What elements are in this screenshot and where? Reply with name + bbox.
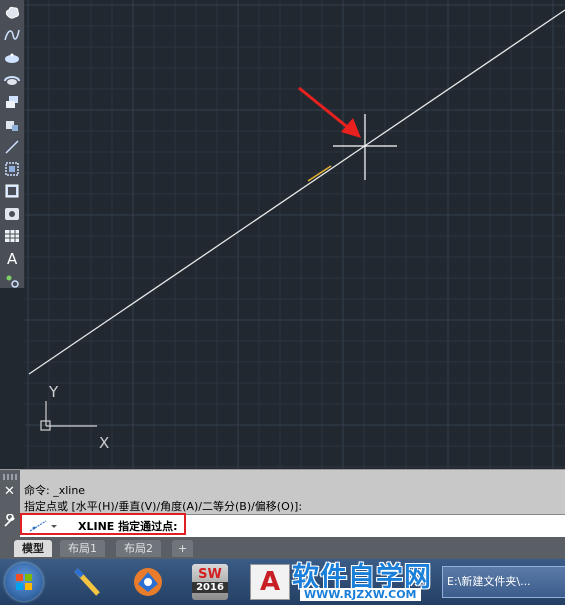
make-block-icon [6,120,18,131]
spline-icon [4,30,20,41]
insert-block-button[interactable] [3,93,21,111]
red-highlight-box [20,513,186,535]
wrench-icon[interactable] [3,514,17,528]
ucs-y-label: Y [48,383,59,401]
multiline-text-icon: A [7,250,18,266]
add-selected-icon [6,275,19,288]
add-selected-button[interactable] [3,272,21,290]
ucs-x-label: X [99,434,109,452]
layout-tabs: 模型 布局1 布局2 + [0,537,565,559]
point-icon [5,140,19,154]
multiline-text-button[interactable]: A [3,249,21,267]
gradient-button[interactable] [3,182,21,200]
paint-brush-app-icon[interactable] [70,564,106,600]
tab-model[interactable]: 模型 [14,540,52,557]
draw-toolbar: A [0,0,25,288]
insert-block-icon [6,96,18,109]
table-button[interactable] [3,227,21,245]
svg-text:A: A [7,250,18,266]
command-history-line-2: 指定点或 [水平(H)/垂直(V)/角度(A)/二等分(B)/偏移(O)]: [24,500,303,513]
make-block-button[interactable] [3,116,21,134]
model-space[interactable]: Y X [25,0,565,469]
solidworks-app-icon[interactable]: SW 2016 [192,564,228,600]
ucs-icon: Y X [40,383,109,452]
solidworks-label: SW [198,567,222,582]
gradient-icon [5,184,19,198]
point-button[interactable] [3,138,21,156]
tab-layout2[interactable]: 布局2 [116,540,161,557]
close-icon[interactable]: ✕ [4,485,15,498]
ellipse-icon [5,53,19,63]
ellipse-button[interactable] [3,49,21,67]
autocad-app-icon[interactable]: A [250,564,290,600]
hyperlink-app-icon[interactable] [130,564,166,600]
grid [25,0,565,469]
command-window-handle[interactable]: ✕ [0,470,20,538]
revision-cloud-icon [5,6,20,19]
hatch-button[interactable] [3,160,21,178]
tab-layout1[interactable]: 布局1 [60,540,105,557]
table-icon [5,230,19,242]
region-icon [5,207,19,220]
region-button[interactable] [3,205,21,223]
drawing-canvas[interactable]: Y X [25,0,565,469]
windows-logo-icon [16,574,32,590]
watermark-url: WWW.RJZXW.COM [300,588,421,601]
construction-line[interactable] [28,9,565,375]
start-button[interactable] [5,563,43,601]
solidworks-year: 2016 [192,582,228,593]
explorer-task-button[interactable]: E:\新建文件夹\... [442,566,565,598]
ellipse-arc-icon [4,75,20,85]
grip-icon[interactable] [3,474,17,480]
ellipse-arc-button[interactable] [3,71,21,89]
tab-add[interactable]: + [172,540,194,557]
spline-button[interactable] [3,26,21,44]
hatch-icon [5,162,19,176]
command-history-line-1: 命令: _xline [24,484,86,497]
autocad-label: A [259,567,281,597]
revision-cloud-button[interactable] [3,4,21,22]
